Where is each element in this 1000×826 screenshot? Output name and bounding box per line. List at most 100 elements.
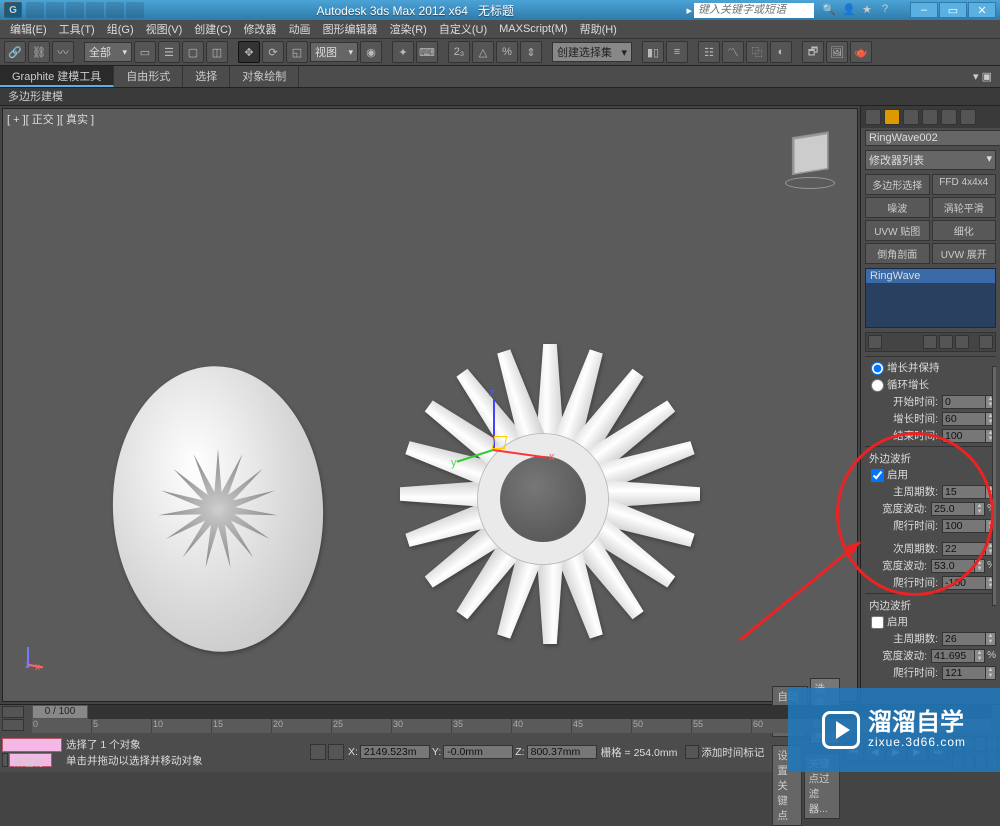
- render-setup-icon[interactable]: 🗗: [802, 41, 824, 63]
- pan-icon[interactable]: [964, 753, 975, 769]
- mod-btn-ffd[interactable]: FFD 4x4x4: [932, 174, 997, 195]
- time-tag-icon[interactable]: [685, 745, 699, 759]
- max-toggle-icon[interactable]: [987, 753, 998, 769]
- stack-item-ringwave[interactable]: RingWave: [866, 269, 995, 283]
- grow-time-spinner[interactable]: [943, 413, 985, 425]
- window-crossing-icon[interactable]: ◫: [206, 41, 228, 63]
- mod-btn-noise[interactable]: 噪波: [865, 197, 930, 218]
- menu-customize[interactable]: 自定义(U): [433, 21, 493, 37]
- menu-view[interactable]: 视图(V): [140, 21, 189, 37]
- mod-btn-tessellate[interactable]: 细化: [932, 220, 997, 241]
- z-field[interactable]: [527, 745, 597, 759]
- ringwave-object-1[interactable]: [113, 369, 323, 649]
- help-icon[interactable]: ?: [882, 3, 896, 17]
- time-slider-thumb[interactable]: 0 / 100: [32, 705, 88, 719]
- ribbon-tab-freeform[interactable]: 自由形式: [114, 66, 183, 87]
- goto-end-icon[interactable]: ⏭: [928, 743, 948, 761]
- track-bar[interactable]: 0 5 10 15 20 25 30 35 40 45 50 55 60 65 …: [32, 719, 992, 733]
- remove-modifier-icon[interactable]: [955, 335, 969, 349]
- zoom-extents-all-icon[interactable]: [987, 736, 998, 752]
- link-icon[interactable]: 🔗: [4, 41, 26, 63]
- make-unique-icon[interactable]: [939, 335, 953, 349]
- inner-enable-checkbox[interactable]: 启用: [865, 613, 996, 630]
- app-logo[interactable]: G: [4, 2, 22, 18]
- play-icon[interactable]: ▶: [886, 743, 906, 761]
- display-tab-icon[interactable]: [941, 109, 957, 125]
- menu-animation[interactable]: 动画: [283, 21, 317, 37]
- viewcube[interactable]: [783, 129, 837, 183]
- manipulate-icon[interactable]: ✦: [392, 41, 414, 63]
- width-flux1-spinner[interactable]: [932, 503, 974, 515]
- select-by-name-icon[interactable]: ☰: [158, 41, 180, 63]
- curve-editor-icon[interactable]: 〽: [722, 41, 744, 63]
- minimize-button[interactable]: –: [910, 2, 938, 18]
- motion-tab-icon[interactable]: [922, 109, 938, 125]
- select-icon[interactable]: ▭: [134, 41, 156, 63]
- script-listener[interactable]: [2, 738, 62, 752]
- move-icon[interactable]: ✥: [238, 41, 260, 63]
- mod-btn-bevelprofile[interactable]: 倒角剖面: [865, 243, 930, 264]
- mini-curve-editor-icon[interactable]: [2, 706, 24, 718]
- fov-icon[interactable]: [952, 753, 963, 769]
- mirror-icon[interactable]: ▮▯: [642, 41, 664, 63]
- render-icon[interactable]: 🫖: [850, 41, 872, 63]
- menu-grapheditors[interactable]: 图形编辑器: [317, 21, 384, 37]
- utilities-tab-icon[interactable]: [960, 109, 976, 125]
- spinner-snap-icon[interactable]: ⇕: [520, 41, 542, 63]
- qat-open[interactable]: [46, 2, 64, 18]
- zoom-extents-icon[interactable]: [975, 736, 986, 752]
- favorites-icon[interactable]: ★: [862, 3, 876, 17]
- snap-angle-icon[interactable]: △: [472, 41, 494, 63]
- trackbar-filter-icon[interactable]: [2, 719, 24, 731]
- isolate-icon[interactable]: [328, 744, 344, 760]
- crawl2-spinner[interactable]: [943, 577, 985, 589]
- infocenter-icon[interactable]: 🔍: [822, 3, 836, 17]
- scale-icon[interactable]: ◱: [286, 41, 308, 63]
- pivot-icon[interactable]: ◉: [360, 41, 382, 63]
- menu-edit[interactable]: 编辑(E): [4, 21, 53, 37]
- start-time-spinner[interactable]: [943, 396, 985, 408]
- end-time-spinner[interactable]: [943, 430, 985, 442]
- mod-btn-polyselect[interactable]: 多边形选择: [865, 174, 930, 195]
- mod-btn-uvwunwrap[interactable]: UVW 展开: [932, 243, 997, 264]
- time-slider[interactable]: 0 / 100: [32, 705, 992, 719]
- menu-tools[interactable]: 工具(T): [53, 21, 101, 37]
- key-filters-button[interactable]: 关键点过滤器...: [804, 753, 840, 819]
- y-field[interactable]: [443, 745, 513, 759]
- width-flux3-spinner[interactable]: [932, 650, 974, 662]
- prev-frame-icon[interactable]: ◀: [865, 743, 885, 761]
- zoom-icon[interactable]: [952, 736, 963, 752]
- snap-percent-icon[interactable]: %: [496, 41, 518, 63]
- object-name-input[interactable]: [865, 130, 1000, 146]
- modify-tab-icon[interactable]: [884, 109, 900, 125]
- next-frame-icon[interactable]: ▶: [907, 743, 927, 761]
- add-time-tag[interactable]: 添加时间标记: [701, 745, 764, 760]
- menu-rendering[interactable]: 渲染(R): [384, 21, 433, 37]
- goto-start-icon[interactable]: ⏮: [844, 743, 864, 761]
- zoom-all-icon[interactable]: [964, 736, 975, 752]
- hierarchy-tab-icon[interactable]: [903, 109, 919, 125]
- show-end-result-icon[interactable]: [923, 335, 937, 349]
- unlink-icon[interactable]: ⛓: [28, 41, 50, 63]
- menu-group[interactable]: 组(G): [101, 21, 140, 37]
- outer-enable-checkbox[interactable]: 启用: [865, 466, 996, 483]
- bind-spacewarp-icon[interactable]: 〰: [52, 41, 74, 63]
- qat-more[interactable]: [126, 2, 144, 18]
- panel-scrollbar[interactable]: [992, 366, 996, 606]
- qat-undo[interactable]: [86, 2, 104, 18]
- close-button[interactable]: ✕: [968, 2, 996, 18]
- align-icon[interactable]: ≡: [666, 41, 688, 63]
- selection-filter-combo[interactable]: 全部: [84, 42, 132, 62]
- menu-help[interactable]: 帮助(H): [574, 21, 623, 37]
- ribbon-collapse-icon[interactable]: ▾ ▣: [965, 66, 1000, 87]
- ribbon-tab-selection[interactable]: 选择: [183, 66, 230, 87]
- rendered-frame-icon[interactable]: 🖼: [826, 41, 848, 63]
- main-period-spinner[interactable]: [943, 486, 985, 498]
- qat-new[interactable]: [26, 2, 44, 18]
- mod-btn-uvwmap[interactable]: UVW 贴图: [865, 220, 930, 241]
- qat-save[interactable]: [66, 2, 84, 18]
- schematic-view-icon[interactable]: ⿻: [746, 41, 768, 63]
- width-flux2-spinner[interactable]: [932, 560, 974, 572]
- sec-period-spinner[interactable]: [943, 543, 985, 555]
- ribbon-panel-label[interactable]: 多边形建模: [0, 88, 1000, 106]
